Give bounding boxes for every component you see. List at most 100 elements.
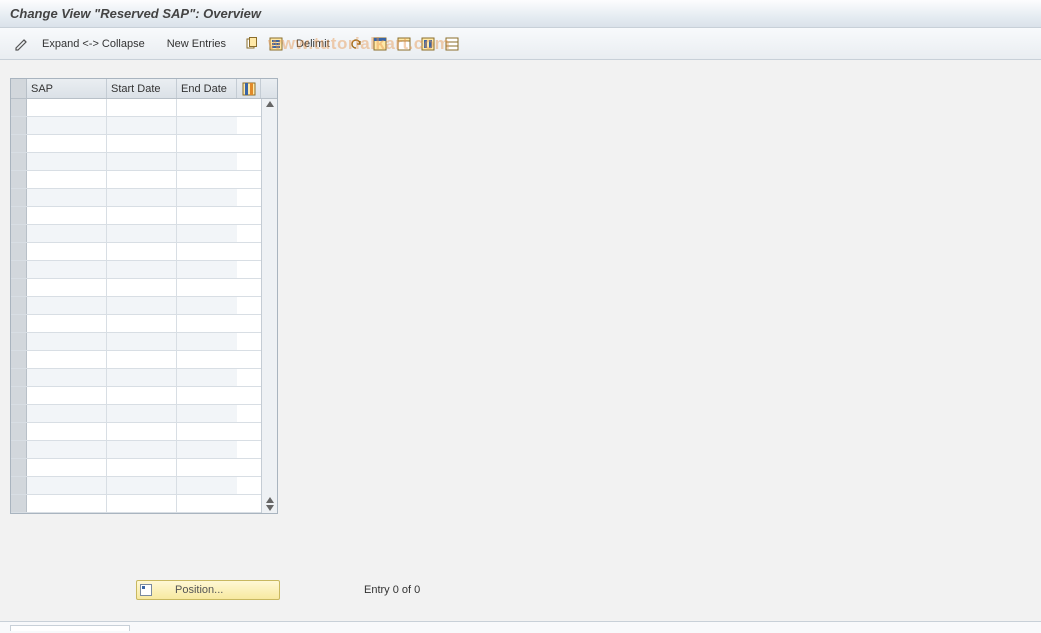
row-selector[interactable] [11, 207, 27, 224]
table-row[interactable] [11, 225, 261, 243]
cell-end-date[interactable] [177, 207, 237, 224]
table-row[interactable] [11, 423, 261, 441]
cell-end-date[interactable] [177, 135, 237, 152]
table-row[interactable] [11, 459, 261, 477]
cell-start-date[interactable] [107, 117, 177, 134]
cell-start-date[interactable] [107, 459, 177, 476]
cell-end-date[interactable] [177, 423, 237, 440]
cell-start-date[interactable] [107, 405, 177, 422]
table-row[interactable] [11, 369, 261, 387]
cell-sap[interactable] [27, 225, 107, 242]
row-selector[interactable] [11, 99, 27, 116]
cell-sap[interactable] [27, 135, 107, 152]
cell-start-date[interactable] [107, 351, 177, 368]
row-selector[interactable] [11, 279, 27, 296]
cell-end-date[interactable] [177, 405, 237, 422]
copy-icon[interactable] [242, 34, 262, 54]
expand-collapse-button[interactable]: Expand <-> Collapse [36, 36, 151, 52]
table-row[interactable] [11, 387, 261, 405]
cell-start-date[interactable] [107, 171, 177, 188]
row-selector[interactable] [11, 369, 27, 386]
scroll-down-icon[interactable] [266, 505, 274, 511]
cell-end-date[interactable] [177, 477, 237, 494]
table-settings-icon[interactable] [418, 34, 438, 54]
row-selector[interactable] [11, 441, 27, 458]
table-row[interactable] [11, 99, 261, 117]
column-header-sap[interactable]: SAP [27, 79, 107, 98]
cell-sap[interactable] [27, 189, 107, 206]
row-selector[interactable] [11, 387, 27, 404]
cell-sap[interactable] [27, 351, 107, 368]
row-selector[interactable] [11, 315, 27, 332]
table-row[interactable] [11, 189, 261, 207]
row-selector[interactable] [11, 153, 27, 170]
cell-start-date[interactable] [107, 441, 177, 458]
cell-sap[interactable] [27, 405, 107, 422]
row-selector[interactable] [11, 189, 27, 206]
select-block-icon[interactable] [266, 34, 286, 54]
cell-end-date[interactable] [177, 261, 237, 278]
table-row[interactable] [11, 477, 261, 495]
row-selector[interactable] [11, 225, 27, 242]
row-selector[interactable] [11, 477, 27, 494]
table-row[interactable] [11, 351, 261, 369]
row-selector[interactable] [11, 495, 27, 512]
cell-sap[interactable] [27, 153, 107, 170]
scroll-page-up-icon[interactable] [266, 497, 274, 503]
new-entries-button[interactable]: New Entries [161, 36, 232, 52]
cell-end-date[interactable] [177, 243, 237, 260]
cell-end-date[interactable] [177, 189, 237, 206]
cell-end-date[interactable] [177, 99, 237, 116]
cell-start-date[interactable] [107, 477, 177, 494]
table-row[interactable] [11, 405, 261, 423]
cell-sap[interactable] [27, 243, 107, 260]
row-selector[interactable] [11, 261, 27, 278]
configure-columns-icon[interactable] [237, 79, 261, 98]
cell-end-date[interactable] [177, 387, 237, 404]
cell-sap[interactable] [27, 207, 107, 224]
cell-end-date[interactable] [177, 441, 237, 458]
scroll-up-icon[interactable] [266, 101, 274, 107]
cell-start-date[interactable] [107, 333, 177, 350]
cell-start-date[interactable] [107, 495, 177, 512]
table-row[interactable] [11, 261, 261, 279]
table-row[interactable] [11, 135, 261, 153]
cell-start-date[interactable] [107, 135, 177, 152]
table-row[interactable] [11, 117, 261, 135]
row-selector[interactable] [11, 459, 27, 476]
row-selector[interactable] [11, 117, 27, 134]
deselect-all-icon[interactable] [394, 34, 414, 54]
cell-sap[interactable] [27, 333, 107, 350]
cell-sap[interactable] [27, 279, 107, 296]
cell-start-date[interactable] [107, 243, 177, 260]
cell-start-date[interactable] [107, 297, 177, 314]
column-header-end-date[interactable]: End Date [177, 79, 237, 98]
cell-start-date[interactable] [107, 387, 177, 404]
cell-sap[interactable] [27, 315, 107, 332]
cell-end-date[interactable] [177, 225, 237, 242]
pencil-toggle-icon[interactable] [12, 34, 32, 54]
cell-sap[interactable] [27, 441, 107, 458]
select-all-icon[interactable] [370, 34, 390, 54]
delimit-button[interactable]: Delimit [290, 36, 336, 52]
row-selector[interactable] [11, 297, 27, 314]
table-row[interactable] [11, 297, 261, 315]
cell-end-date[interactable] [177, 351, 237, 368]
cell-start-date[interactable] [107, 207, 177, 224]
cell-start-date[interactable] [107, 153, 177, 170]
table-view-icon[interactable] [442, 34, 462, 54]
cell-end-date[interactable] [177, 459, 237, 476]
row-selector-header[interactable] [11, 79, 27, 98]
table-row[interactable] [11, 153, 261, 171]
cell-end-date[interactable] [177, 279, 237, 296]
table-row[interactable] [11, 279, 261, 297]
cell-start-date[interactable] [107, 189, 177, 206]
table-row[interactable] [11, 441, 261, 459]
cell-end-date[interactable] [177, 117, 237, 134]
cell-end-date[interactable] [177, 369, 237, 386]
table-row[interactable] [11, 495, 261, 513]
vertical-scrollbar[interactable] [261, 99, 277, 513]
cell-end-date[interactable] [177, 333, 237, 350]
table-row[interactable] [11, 243, 261, 261]
table-row[interactable] [11, 333, 261, 351]
